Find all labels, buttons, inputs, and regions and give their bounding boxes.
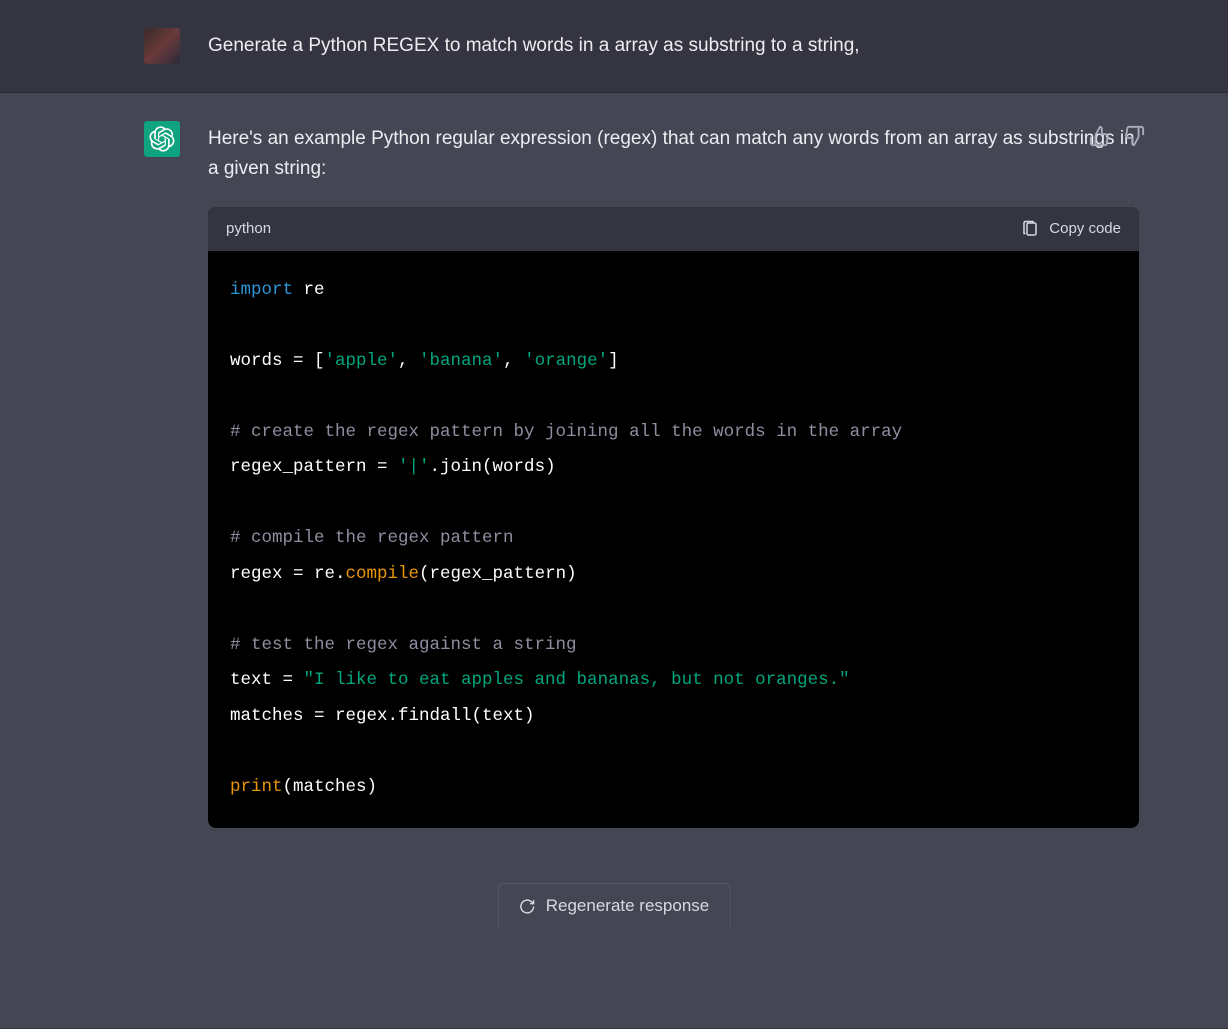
thumbs-down-icon [1123, 125, 1145, 147]
copy-code-button[interactable]: Copy code [1021, 217, 1121, 241]
regenerate-label: Regenerate response [546, 896, 710, 916]
regenerate-button[interactable]: Regenerate response [498, 883, 731, 928]
thumbs-up-button[interactable] [1089, 125, 1111, 147]
code-content[interactable]: import re words = ['apple', 'banana', 'o… [208, 251, 1139, 828]
assistant-intro-text: Here's an example Python regular express… [208, 124, 1139, 185]
code-block: python Copy code import re words = ['app… [208, 207, 1139, 828]
thumbs-up-icon [1089, 125, 1111, 147]
copy-code-label: Copy code [1049, 217, 1121, 241]
user-message: Generate a Python REGEX to match words i… [0, 0, 1228, 93]
user-avatar [144, 28, 180, 64]
code-header: python Copy code [208, 207, 1139, 251]
assistant-avatar [144, 121, 180, 157]
code-language-label: python [226, 217, 271, 241]
clipboard-icon [1021, 220, 1039, 238]
refresh-icon [519, 898, 536, 915]
thumbs-down-button[interactable] [1123, 125, 1145, 147]
user-message-text: Generate a Python REGEX to match words i… [208, 28, 1139, 64]
feedback-buttons [1089, 125, 1145, 147]
openai-logo-icon [149, 126, 175, 152]
